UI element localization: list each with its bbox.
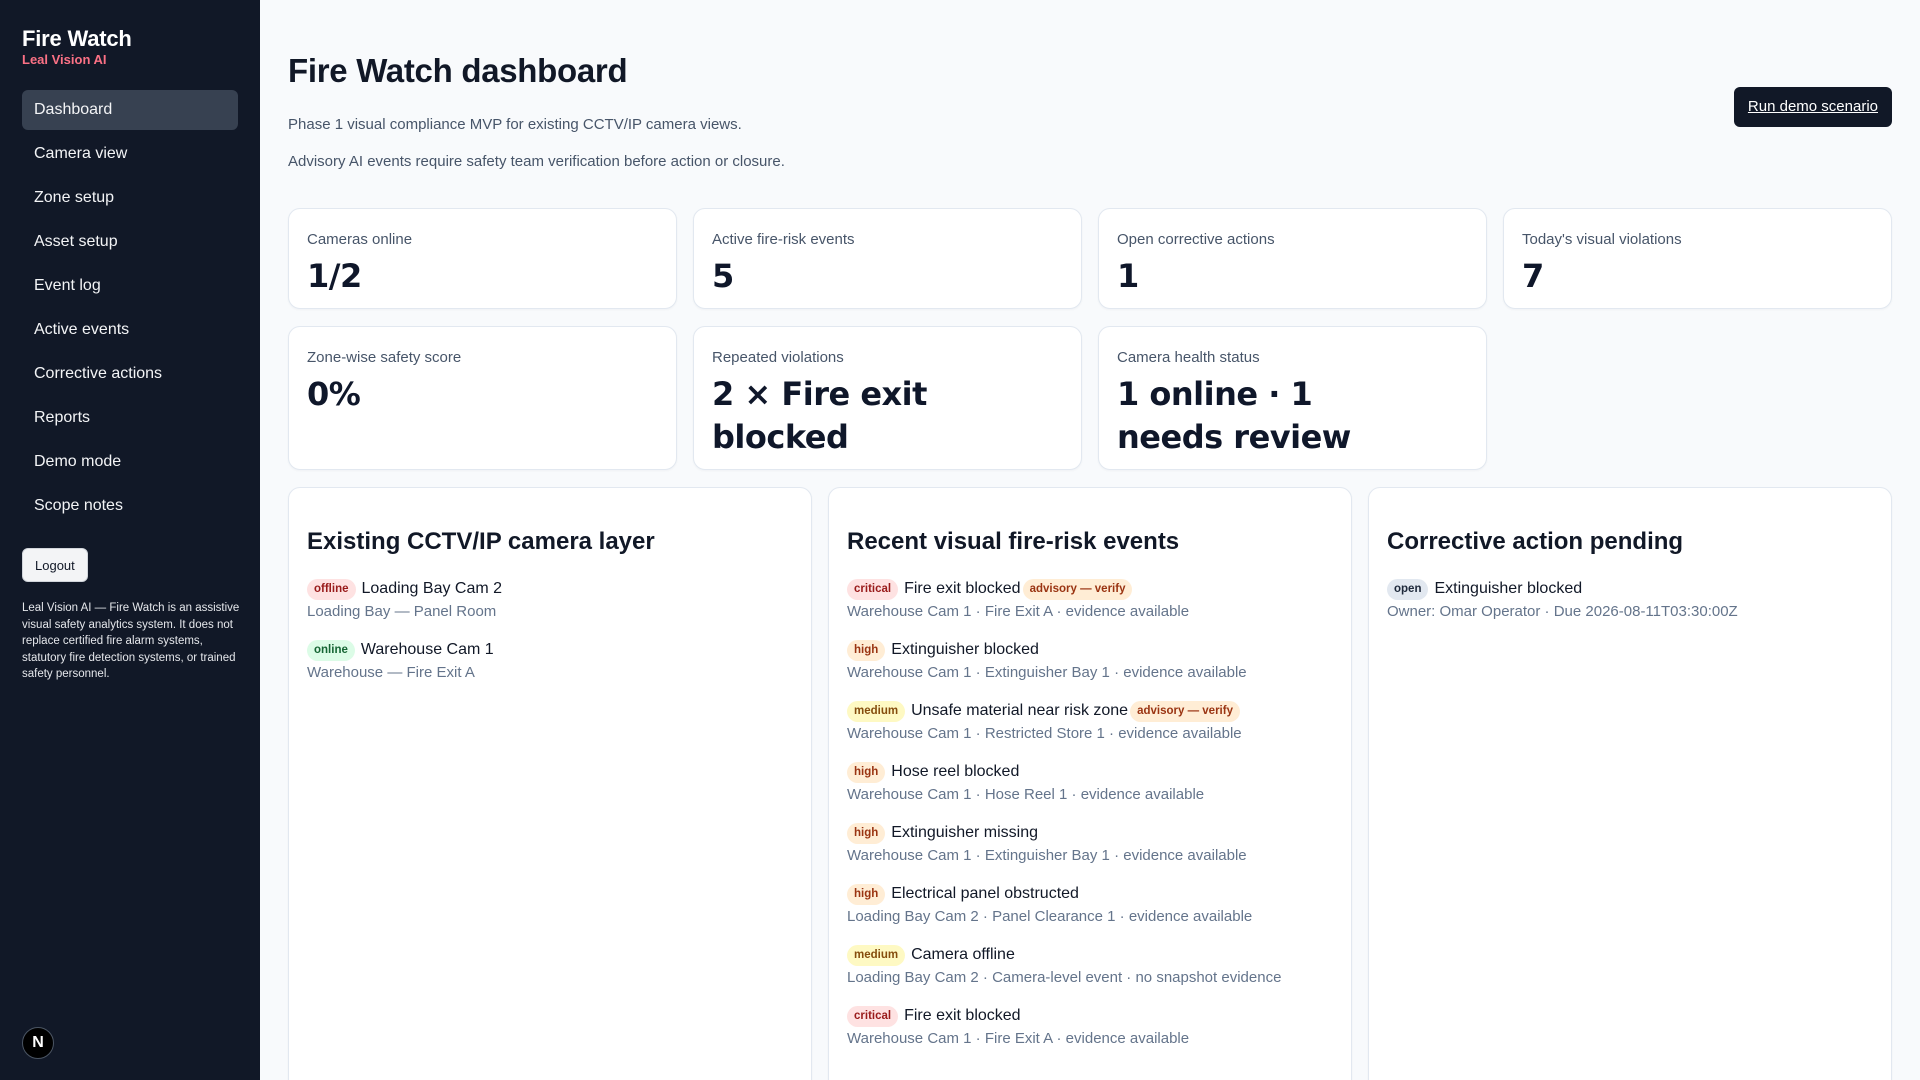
stat-card-todays-violations: Today's visual violations 7	[1503, 208, 1892, 309]
sidebar-item-corrective-actions[interactable]: Corrective actions	[22, 354, 238, 394]
severity-badge: high	[847, 639, 886, 661]
camera-location: Loading Bay — Panel Room	[307, 603, 497, 620]
sidebar-item-active-events[interactable]: Active events	[22, 310, 238, 350]
camera-layer-panel: Existing CCTV/IP camera layer offline Loa…	[288, 487, 812, 1080]
camera-name: Warehouse Cam 1	[360, 641, 494, 658]
stat-label: Open corrective actions	[1117, 231, 1275, 248]
event-name: Electrical panel obstructed	[891, 885, 1079, 902]
severity-badge: high	[847, 761, 886, 783]
event-list-item[interactable]: high Electrical panel obstructed Loading …	[847, 881, 1337, 942]
event-detail: Loading Bay Cam 2 · Camera-level event ·…	[847, 969, 1282, 986]
sidebar-item-camera-view[interactable]: Camera view	[22, 134, 238, 174]
page-subtitle-advisory: Advisory AI events require safety team v…	[288, 153, 785, 170]
status-badge: online	[307, 639, 355, 661]
sidebar-item-scope-notes[interactable]: Scope notes	[22, 486, 238, 526]
event-name: Extinguisher blocked	[891, 641, 1039, 658]
status-badge: open	[1387, 578, 1429, 600]
event-detail: Loading Bay Cam 2 · Panel Clearance 1 · …	[847, 908, 1253, 925]
stat-card-repeated-violations: Repeated violations 2 × Fire exit blocke…	[693, 326, 1082, 470]
corrective-action-panel: Corrective action pending open Extinguish…	[1368, 487, 1892, 1080]
stat-label: Today's visual violations	[1522, 231, 1682, 248]
recent-events-panel: Recent visual fire-risk events critical F…	[828, 487, 1352, 1080]
action-list-item[interactable]: open Extinguisher blocked Owner: Omar Ope…	[1387, 576, 1877, 637]
dev-tools-badge[interactable]: N	[22, 1027, 54, 1059]
advisory-badge: advisory — verify	[1130, 700, 1240, 722]
stat-card-open-actions: Open corrective actions 1	[1098, 208, 1487, 309]
sidebar-item-reports[interactable]: Reports	[22, 398, 238, 438]
sidebar-nav: Dashboard Camera view Zone setup Asset s…	[22, 90, 238, 526]
stat-card-cameras-online: Cameras online 1/2	[288, 208, 677, 309]
status-badge: offline	[307, 578, 356, 600]
logout-button[interactable]: Logout	[22, 548, 88, 582]
panel-title: Recent visual fire-risk events	[847, 528, 1180, 555]
stat-value: 0%	[307, 375, 361, 413]
brand-subtitle: Leal Vision AI	[22, 52, 107, 67]
panel-title: Corrective action pending	[1387, 528, 1684, 555]
stat-card-active-events: Active fire-risk events 5	[693, 208, 1082, 309]
event-list: critical Fire exit blocked advisory — veri…	[847, 576, 1337, 1064]
event-name: Camera offline	[911, 946, 1015, 963]
severity-badge: critical	[847, 578, 899, 600]
camera-name: Loading Bay Cam 2	[361, 580, 503, 597]
page-subtitle-scope: Phase 1 visual compliance MVP for existi…	[288, 116, 742, 133]
stat-label: Active fire-risk events	[712, 231, 855, 248]
event-list-item[interactable]: high Extinguisher blocked Warehouse Cam 1…	[847, 637, 1337, 698]
sidebar-item-demo-mode[interactable]: Demo mode	[22, 442, 238, 482]
event-detail: Warehouse Cam 1 · Fire Exit A · evidence…	[847, 1030, 1190, 1047]
camera-list-item[interactable]: online Warehouse Cam 1 Warehouse — Fire E…	[307, 637, 797, 698]
stat-card-safety-score: Zone-wise safety score 0%	[288, 326, 677, 470]
event-name: Unsafe material near risk zone	[911, 702, 1129, 719]
stat-label: Camera health status	[1117, 349, 1260, 366]
stat-label: Zone-wise safety score	[307, 349, 462, 366]
stat-label: Repeated violations	[712, 349, 844, 366]
disclaimer-text: Leal Vision AI — Fire Watch is an assist…	[22, 602, 240, 680]
sidebar-item-asset-setup[interactable]: Asset setup	[22, 222, 238, 262]
event-name: Fire exit blocked	[904, 580, 1021, 597]
main-content: Fire Watch dashboard Phase 1 visual comp…	[260, 0, 1920, 1080]
event-detail: Warehouse Cam 1 · Fire Exit A · evidence…	[847, 603, 1190, 620]
severity-badge: high	[847, 822, 886, 844]
stat-value: 1	[1117, 257, 1139, 295]
sidebar-item-dashboard[interactable]: Dashboard	[22, 90, 238, 130]
action-detail: Owner: Omar Operator · Due 2026-08-11T03…	[1387, 603, 1738, 620]
run-demo-scenario-button[interactable]: Run demo scenario	[1733, 87, 1892, 127]
event-list-item[interactable]: critical Fire exit blocked advisory — veri…	[847, 576, 1337, 637]
event-name: Hose reel blocked	[891, 763, 1020, 780]
event-name: Extinguisher missing	[891, 824, 1039, 841]
stat-value: 1 online · 1 needs review	[1117, 375, 1351, 456]
event-detail: Warehouse Cam 1 · Extinguisher Bay 1 · e…	[847, 664, 1247, 681]
camera-location: Warehouse — Fire Exit A	[307, 664, 475, 681]
event-list-item[interactable]: medium Unsafe material near risk zone advi…	[847, 698, 1337, 759]
event-detail: Warehouse Cam 1 · Hose Reel 1 · evidence…	[847, 786, 1205, 803]
stat-value: 7	[1522, 257, 1544, 295]
camera-list: offline Loading Bay Cam 2 Loading Bay — P…	[307, 576, 797, 698]
action-name: Extinguisher blocked	[1434, 580, 1583, 597]
page-title: Fire Watch dashboard	[288, 52, 628, 89]
panel-title: Existing CCTV/IP camera layer	[307, 528, 655, 555]
stat-value: 2 × Fire exit blocked	[712, 375, 927, 456]
stat-label: Cameras online	[307, 231, 413, 248]
event-list-item[interactable]: critical Fire exit blocked Warehouse Cam …	[847, 1003, 1337, 1064]
severity-badge: high	[847, 883, 886, 905]
event-name: Fire exit blocked	[904, 1007, 1021, 1024]
event-list-item[interactable]: medium Camera offline Loading Bay Cam 2 ·…	[847, 942, 1337, 1003]
sidebar: Fire Watch Leal Vision AI Dashboard Came…	[0, 0, 260, 1080]
stat-card-camera-health: Camera health status 1 online · 1 needs …	[1098, 326, 1487, 470]
stat-value: 5	[712, 257, 734, 295]
event-detail: Warehouse Cam 1 · Restricted Store 1 · e…	[847, 725, 1242, 742]
advisory-badge: advisory — verify	[1022, 578, 1133, 600]
sidebar-item-event-log[interactable]: Event log	[22, 266, 238, 306]
severity-badge: medium	[847, 700, 906, 722]
sidebar-item-zone-setup[interactable]: Zone setup	[22, 178, 238, 218]
brand-title: Fire Watch	[22, 26, 132, 51]
action-list: open Extinguisher blocked Owner: Omar Ope…	[1387, 576, 1877, 637]
camera-list-item[interactable]: offline Loading Bay Cam 2 Loading Bay — P…	[307, 576, 797, 637]
stat-value: 1/2	[307, 257, 362, 295]
severity-badge: medium	[847, 944, 906, 966]
event-detail: Warehouse Cam 1 · Extinguisher Bay 1 · e…	[847, 847, 1247, 864]
event-list-item[interactable]: high Extinguisher missing Warehouse Cam 1…	[847, 820, 1337, 881]
event-list-item[interactable]: high Hose reel blocked Warehouse Cam 1 · …	[847, 759, 1337, 820]
severity-badge: critical	[847, 1005, 899, 1027]
